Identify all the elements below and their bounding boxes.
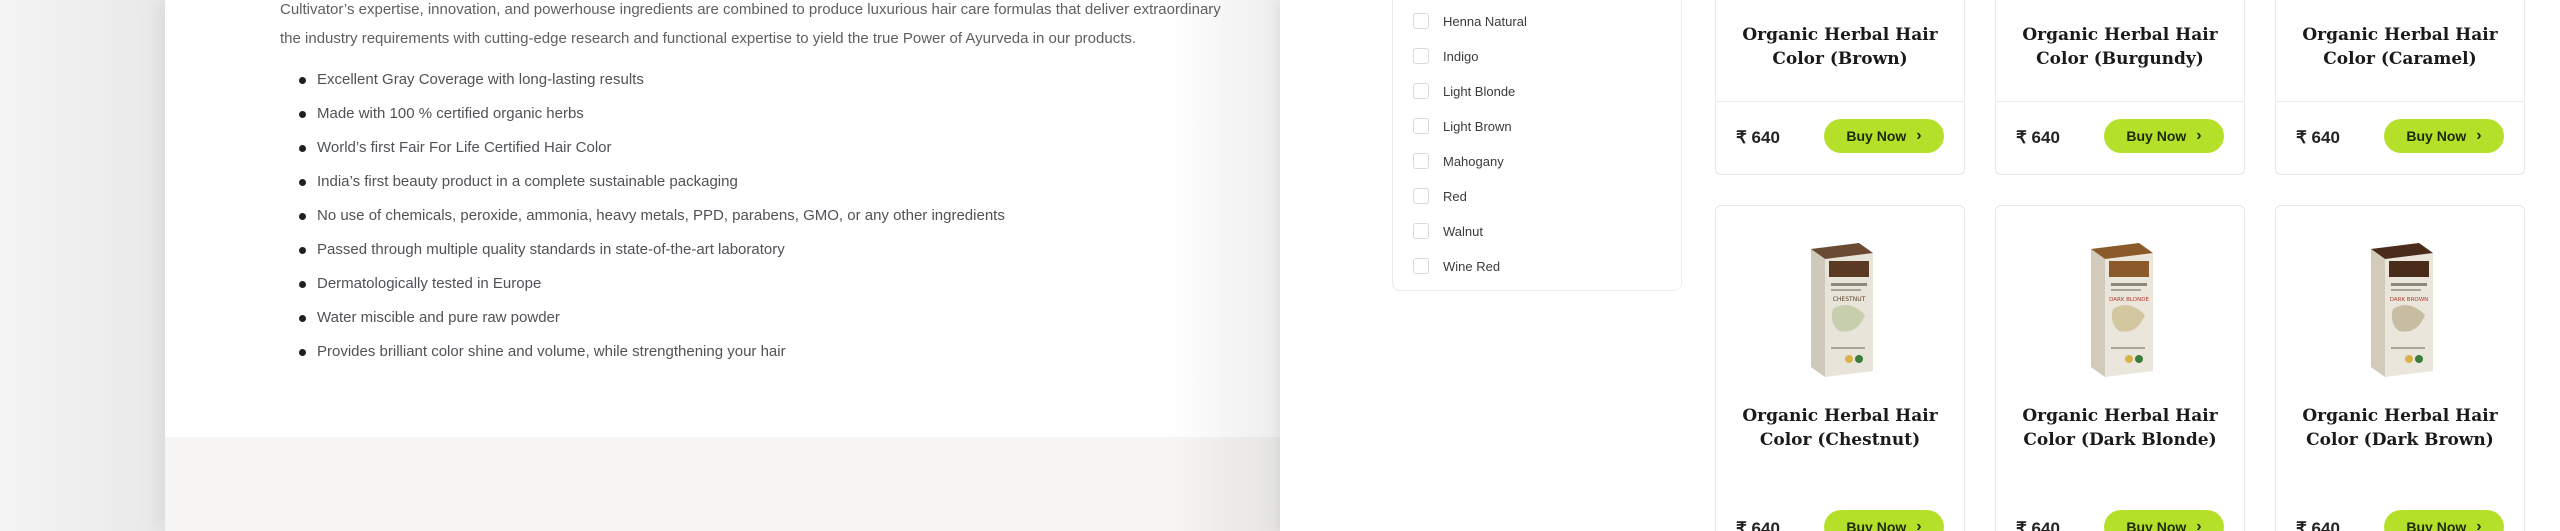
product-title[interactable]: Organic Herbal Hair Color (Chestnut): [1716, 404, 1964, 452]
product-title[interactable]: Organic Herbal Hair Color (Caramel): [2276, 23, 2524, 71]
product-card-dark-blonde[interactable]: DARK BLONDE Organic Herbal Hair Color (D…: [1995, 205, 2245, 531]
product-description-section: Cultivator’s expertise, innovation, and …: [165, 0, 1280, 531]
product-card-dark-brown[interactable]: DARK BROWN Organic Herbal Hair Color (Da…: [2275, 205, 2525, 531]
buy-now-button[interactable]: Buy Now ›: [2104, 119, 2224, 153]
bullet-icon: [299, 77, 306, 84]
intro-line-2: the industry requirements with cutting-e…: [280, 30, 1137, 47]
product-card-chestnut[interactable]: CHESTNUT Organic Herbal Hair Color (Ches…: [1715, 205, 1965, 531]
filter-option-henna-natural[interactable]: Henna Natural: [1413, 11, 1527, 31]
checkbox-icon[interactable]: [1413, 13, 1429, 29]
checkbox-icon[interactable]: [1413, 258, 1429, 274]
filter-option-indigo[interactable]: Indigo: [1413, 46, 1478, 66]
checkbox-icon[interactable]: [1413, 153, 1429, 169]
buy-now-button[interactable]: Buy Now ›: [2104, 510, 2224, 531]
shop-listing: Henna Natural Indigo Light Blonde Light …: [1280, 0, 2560, 531]
bullet-icon: [299, 213, 306, 220]
chevron-right-icon: ›: [1916, 127, 1922, 144]
filter-option-light-brown[interactable]: Light Brown: [1413, 116, 1512, 136]
card-divider: [2276, 101, 2524, 102]
buy-now-button[interactable]: Buy Now ›: [1824, 119, 1944, 153]
page-gutter: [0, 0, 165, 531]
product-box-image[interactable]: DARK BROWN: [2363, 239, 2437, 379]
filter-option-light-blonde[interactable]: Light Blonde: [1413, 81, 1515, 101]
feature-item: Water miscible and pure raw powder: [297, 304, 1005, 338]
feature-item: Provides brilliant color shine and volum…: [297, 338, 1005, 372]
chevron-right-icon: ›: [1916, 518, 1922, 531]
feature-item: No use of chemicals, peroxide, ammonia, …: [297, 202, 1005, 236]
bullet-icon: [299, 247, 306, 254]
feature-item: World’s first Fair For Life Certified Ha…: [297, 134, 1005, 168]
chevron-right-icon: ›: [2196, 518, 2202, 531]
product-title[interactable]: Organic Herbal Hair Color (Dark Blonde): [1996, 404, 2244, 452]
product-title[interactable]: Organic Herbal Hair Color (Brown): [1716, 23, 1964, 71]
feature-item: Dermatologically tested in Europe: [297, 270, 1005, 304]
bullet-icon: [299, 111, 306, 118]
filter-option-red[interactable]: Red: [1413, 186, 1467, 206]
chevron-right-icon: ›: [2476, 127, 2482, 144]
bullet-icon: [299, 315, 306, 322]
bullet-icon: [299, 349, 306, 356]
intro-line-1: Cultivator’s expertise, innovation, and …: [280, 1, 1221, 18]
product-box-image[interactable]: DARK BLONDE: [2083, 239, 2157, 379]
product-card-caramel[interactable]: Organic Herbal Hair Color (Caramel) ₹ 64…: [2275, 0, 2525, 175]
product-price: ₹ 640: [2016, 128, 2060, 147]
product-title[interactable]: Organic Herbal Hair Color (Burgundy): [1996, 23, 2244, 71]
color-filter-panel: Henna Natural Indigo Light Blonde Light …: [1392, 0, 1682, 291]
feature-item: Made with 100 % certified organic herbs: [297, 100, 1005, 134]
product-price: ₹ 640: [1736, 519, 1780, 531]
bullet-icon: [299, 145, 306, 152]
feature-list: Excellent Gray Coverage with long-lastin…: [297, 66, 1005, 372]
bullet-icon: [299, 281, 306, 288]
buy-now-button[interactable]: Buy Now ›: [2384, 510, 2504, 531]
checkbox-icon[interactable]: [1413, 48, 1429, 64]
chevron-right-icon: ›: [2196, 127, 2202, 144]
product-price: ₹ 640: [2016, 519, 2060, 531]
filter-option-walnut[interactable]: Walnut: [1413, 221, 1483, 241]
product-price: ₹ 640: [1736, 128, 1780, 147]
checkbox-icon[interactable]: [1413, 188, 1429, 204]
filter-option-wine-red[interactable]: Wine Red: [1413, 256, 1500, 276]
product-price: ₹ 640: [2296, 519, 2340, 531]
buy-now-button[interactable]: Buy Now ›: [1824, 510, 1944, 531]
svg-text:DARK BROWN: DARK BROWN: [2390, 297, 2429, 303]
checkbox-icon[interactable]: [1413, 118, 1429, 134]
card-divider: [1996, 101, 2244, 102]
checkbox-icon[interactable]: [1413, 223, 1429, 239]
buy-now-button[interactable]: Buy Now ›: [2384, 119, 2504, 153]
svg-text:DARK BLONDE: DARK BLONDE: [2109, 297, 2149, 303]
product-title[interactable]: Organic Herbal Hair Color (Dark Brown): [2276, 404, 2524, 452]
product-box-image[interactable]: CHESTNUT: [1803, 239, 1877, 379]
section-footer-band: [165, 437, 1280, 531]
checkbox-icon[interactable]: [1413, 83, 1429, 99]
filter-option-mahogany[interactable]: Mahogany: [1413, 151, 1504, 171]
product-card-brown[interactable]: Organic Herbal Hair Color (Brown) ₹ 640 …: [1715, 0, 1965, 175]
description-intro: Cultivator’s expertise, innovation, and …: [280, 0, 1290, 53]
bullet-icon: [299, 179, 306, 186]
feature-item: Passed through multiple quality standard…: [297, 236, 1005, 270]
product-card-burgundy[interactable]: Organic Herbal Hair Color (Burgundy) ₹ 6…: [1995, 0, 2245, 175]
svg-text:CHESTNUT: CHESTNUT: [1833, 296, 1866, 303]
feature-item: Excellent Gray Coverage with long-lastin…: [297, 66, 1005, 100]
feature-item: India’s first beauty product in a comple…: [297, 168, 1005, 202]
chevron-right-icon: ›: [2476, 518, 2482, 531]
card-divider: [1716, 101, 1964, 102]
product-price: ₹ 640: [2296, 128, 2340, 147]
